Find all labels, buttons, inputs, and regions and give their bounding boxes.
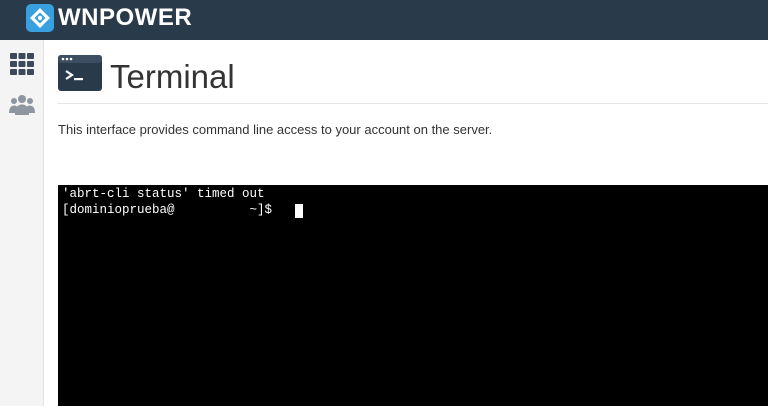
sidebar — [0, 40, 44, 406]
terminal-cursor — [295, 204, 303, 218]
wnpower-logo-icon — [26, 4, 54, 32]
users-icon[interactable] — [8, 91, 36, 119]
page-title: Terminal — [110, 58, 235, 95]
top-navigation-bar: WNPOWER — [0, 0, 768, 40]
terminal-prompt-line: [dominioprueba@ ~]$ — [62, 203, 280, 217]
terminal-console[interactable]: 'abrt-cli status' timed out [dominioprue… — [58, 185, 768, 406]
apps-grid-icon[interactable] — [8, 50, 36, 78]
main-content: Terminal This interface provides command… — [44, 40, 768, 406]
terminal-output-line: 'abrt-cli status' timed out — [62, 187, 265, 201]
terminal-icon — [58, 55, 102, 91]
page-description: This interface provides command line acc… — [58, 122, 493, 137]
title-divider — [58, 103, 768, 104]
brand-name: WNPOWER — [58, 4, 193, 31]
brand-home-link[interactable]: WNPOWER — [26, 4, 192, 32]
